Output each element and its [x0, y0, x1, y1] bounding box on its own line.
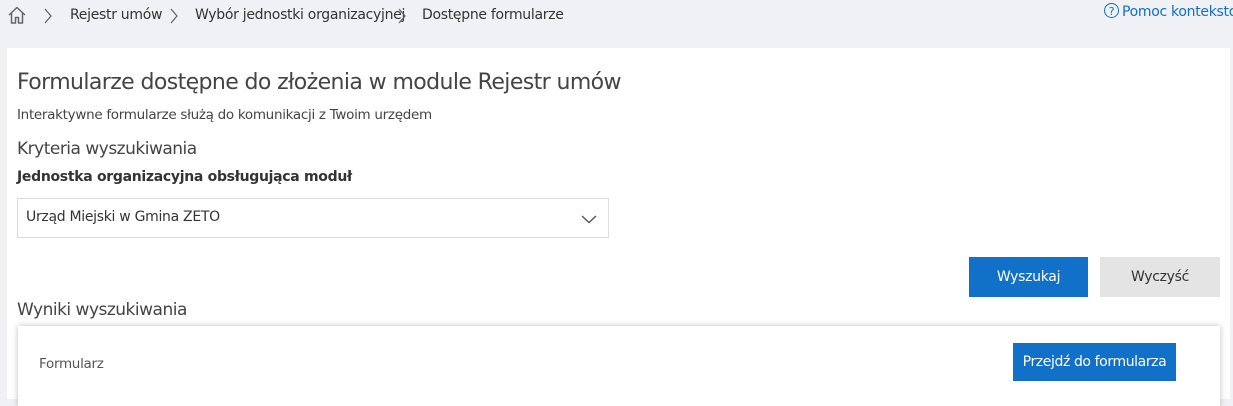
help-link[interactable]: ?Pomoc kontekstowa — [1104, 3, 1233, 20]
breadcrumb: Rejestr umów Wybór jednostki organizacyj… — [0, 0, 1233, 32]
help-circle-icon: ? — [1104, 3, 1119, 18]
unit-select-label: Jednostka organizacyjna obsługująca modu… — [17, 169, 352, 185]
home-icon[interactable] — [6, 4, 28, 26]
go-to-form-button[interactable]: Przejdź do formularza — [1013, 343, 1176, 381]
result-item-name: Formularz — [39, 356, 104, 372]
breadcrumb-item-dostepne-formularze: Dostępne formularze — [422, 7, 564, 23]
unit-select-value: Urząd Miejski w Gmina ZETO — [26, 209, 220, 225]
search-criteria-heading: Kryteria wyszukiwania — [17, 139, 197, 159]
chevron-right-icon — [44, 8, 52, 24]
help-link-label: Pomoc kontekstowa — [1122, 4, 1233, 20]
results-heading: Wyniki wyszukiwania — [17, 300, 187, 320]
chevron-down-icon — [581, 215, 597, 224]
page-title: Formularze dostępne do złożenia w module… — [17, 70, 622, 95]
clear-button[interactable]: Wyczyść — [1100, 257, 1220, 297]
page-subtitle: Interaktywne formularze służą do komunik… — [17, 107, 432, 123]
chevron-right-icon — [170, 8, 178, 24]
unit-select[interactable]: Urząd Miejski w Gmina ZETO — [17, 198, 609, 238]
breadcrumb-item-rejestr-umow[interactable]: Rejestr umów — [70, 7, 162, 23]
breadcrumb-item-wybor-jednostki[interactable]: Wybór jednostki organizacyjnej — [195, 7, 405, 23]
result-item: Formularz Przejdź do formularza — [18, 326, 1220, 406]
search-button[interactable]: Wyszukaj — [969, 257, 1088, 297]
chevron-right-icon — [398, 8, 406, 24]
